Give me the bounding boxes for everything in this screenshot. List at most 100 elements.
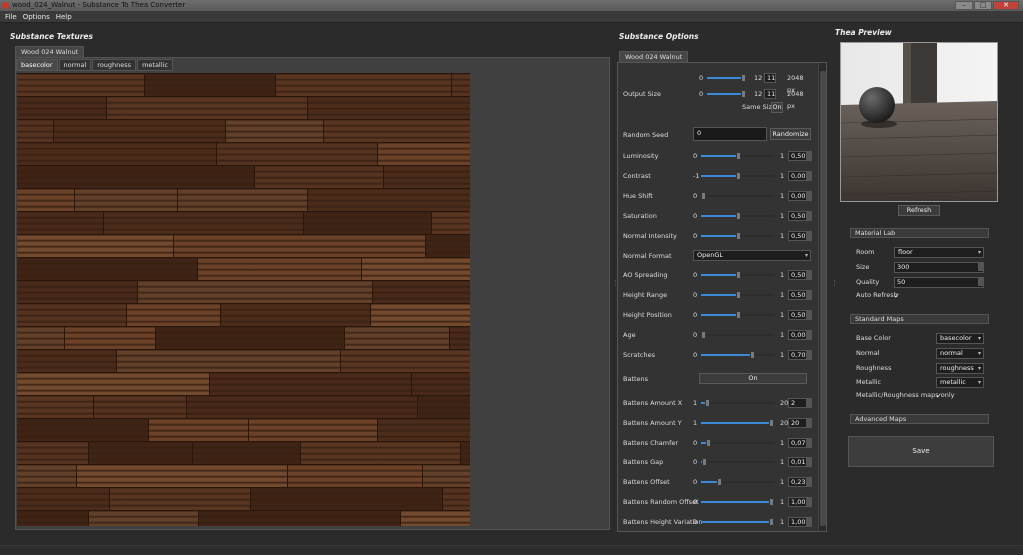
tab-normal[interactable]: normal	[58, 59, 92, 71]
spin-arrows-icon[interactable]	[806, 152, 811, 160]
tab-basecolor[interactable]: basecolor	[16, 59, 58, 71]
same-size-toggle[interactable]: On	[771, 102, 783, 113]
option-value-spin[interactable]: 1,00	[788, 516, 812, 527]
option-value-spin[interactable]: 0,50	[788, 151, 812, 161]
slider-knob[interactable]	[701, 192, 706, 200]
option-value-spin[interactable]: 2	[788, 398, 812, 408]
option-slider[interactable]	[701, 291, 774, 299]
advanced-maps-group[interactable]: Advanced Maps	[850, 414, 989, 424]
base-color-select[interactable]: basecolor ▾	[936, 333, 984, 344]
option-slider[interactable]	[701, 418, 774, 427]
roughness-select[interactable]: roughness ▾	[936, 363, 984, 374]
slider-knob[interactable]	[736, 271, 741, 279]
slider-knob[interactable]	[736, 291, 741, 299]
slider-knob[interactable]	[736, 212, 741, 220]
slider-knob[interactable]	[769, 418, 774, 427]
minimize-button[interactable]: –	[955, 1, 973, 10]
spin-arrows-icon[interactable]	[806, 271, 811, 279]
spin-arrows-icon[interactable]	[978, 278, 983, 286]
option-slider[interactable]	[701, 212, 774, 220]
close-button[interactable]: ✕	[993, 1, 1019, 10]
save-button[interactable]: Save	[848, 436, 994, 467]
slider-knob[interactable]	[736, 172, 741, 180]
spin-arrows-icon[interactable]	[806, 331, 811, 339]
option-slider[interactable]	[701, 192, 774, 200]
option-value-spin[interactable]: 0,50	[788, 270, 812, 280]
options-scrollbar[interactable]	[818, 63, 826, 531]
option-value-spin[interactable]: 0,50	[788, 310, 812, 320]
option-value-spin[interactable]: 0,01	[788, 457, 812, 468]
spin-arrows-icon[interactable]	[806, 478, 811, 487]
spin-arrows-icon[interactable]	[806, 418, 811, 427]
standard-maps-group[interactable]: Standard Maps	[850, 314, 989, 324]
spin-arrows-icon[interactable]	[806, 212, 811, 220]
spin-arrows-icon[interactable]	[806, 192, 811, 200]
output-h-slider[interactable]	[707, 90, 746, 98]
option-value-spin[interactable]: 0,50	[788, 211, 812, 221]
output-w-slider[interactable]	[707, 74, 746, 82]
maximize-button[interactable]: □	[974, 1, 992, 10]
option-value-spin[interactable]: 20	[788, 417, 812, 428]
tab-material-options[interactable]: Wood 024 Walnut	[619, 51, 689, 62]
randomize-button[interactable]: Randomize	[770, 128, 811, 140]
option-value-spin[interactable]: 0,50	[788, 231, 812, 241]
tab-metallic[interactable]: metallic	[137, 59, 173, 71]
auto-refresh-checkbox[interactable]: ✓	[894, 292, 902, 300]
slider-knob[interactable]	[769, 498, 774, 506]
metallic-select[interactable]: metallic ▾	[936, 377, 984, 388]
room-select[interactable]: floor ▾	[894, 247, 984, 258]
battens-toggle[interactable]: On	[699, 373, 807, 384]
slider-knob[interactable]	[702, 458, 707, 467]
tab-material-textures[interactable]: Wood 024 Walnut	[15, 46, 85, 57]
spin-arrows-icon[interactable]	[806, 399, 811, 407]
slider-knob[interactable]	[705, 399, 710, 407]
option-slider[interactable]	[701, 498, 774, 506]
spin-arrows-icon[interactable]	[806, 351, 811, 359]
splitter-handle-right[interactable]: ⋮	[831, 278, 838, 288]
size-spin[interactable]: 300	[894, 262, 984, 273]
option-value-spin[interactable]: 1,00	[788, 497, 812, 507]
material-lab-group[interactable]: Material Lab	[850, 228, 989, 238]
slider-knob[interactable]	[701, 331, 706, 339]
spin-arrows-icon[interactable]	[806, 458, 811, 467]
spin-arrows-icon[interactable]	[806, 172, 811, 180]
spin-arrows-icon[interactable]	[806, 232, 811, 240]
normal-select[interactable]: normal ▾	[936, 348, 984, 359]
random-seed-input[interactable]: 0	[693, 127, 767, 141]
slider-knob[interactable]	[717, 478, 722, 487]
slider-knob[interactable]	[706, 438, 711, 447]
spin-arrows-icon[interactable]	[806, 291, 811, 299]
output-w-spin[interactable]: 11	[764, 73, 776, 83]
option-value-spin[interactable]: 0,07	[788, 437, 812, 448]
option-value-spin[interactable]: 0,00	[788, 330, 812, 340]
spin-arrows-icon[interactable]	[806, 498, 811, 506]
refresh-button[interactable]: Refresh	[898, 205, 940, 216]
slider-knob[interactable]	[769, 517, 774, 526]
slider-knob[interactable]	[750, 351, 755, 359]
option-slider[interactable]	[701, 458, 774, 467]
slider-knob[interactable]	[736, 311, 741, 319]
option-slider[interactable]	[701, 172, 774, 180]
menu-file[interactable]: File	[5, 11, 17, 22]
option-slider[interactable]	[701, 311, 774, 319]
mr-only-checkbox[interactable]: ✓	[936, 392, 944, 400]
option-slider[interactable]	[701, 478, 774, 487]
option-slider[interactable]	[701, 517, 774, 526]
menu-help[interactable]: Help	[56, 11, 72, 22]
option-slider[interactable]	[701, 152, 774, 160]
output-h-spin[interactable]: 11	[764, 89, 776, 99]
quality-spin[interactable]: 50	[894, 277, 984, 288]
option-slider[interactable]	[701, 351, 774, 359]
slider-knob[interactable]	[736, 232, 741, 240]
option-slider[interactable]	[701, 331, 774, 339]
option-slider[interactable]	[701, 399, 774, 407]
option-value-spin[interactable]: 0,23	[788, 477, 812, 488]
spin-arrows-icon[interactable]	[978, 263, 983, 271]
scrollbar-thumb[interactable]	[820, 71, 826, 526]
menu-options[interactable]: Options	[23, 11, 50, 22]
normal-format-select[interactable]: OpenGL ▾	[693, 250, 811, 261]
option-slider[interactable]	[701, 232, 774, 240]
option-slider[interactable]	[701, 271, 774, 279]
splitter-handle-left[interactable]: ⋮	[612, 278, 619, 288]
option-value-spin[interactable]: 0,00	[788, 171, 812, 181]
